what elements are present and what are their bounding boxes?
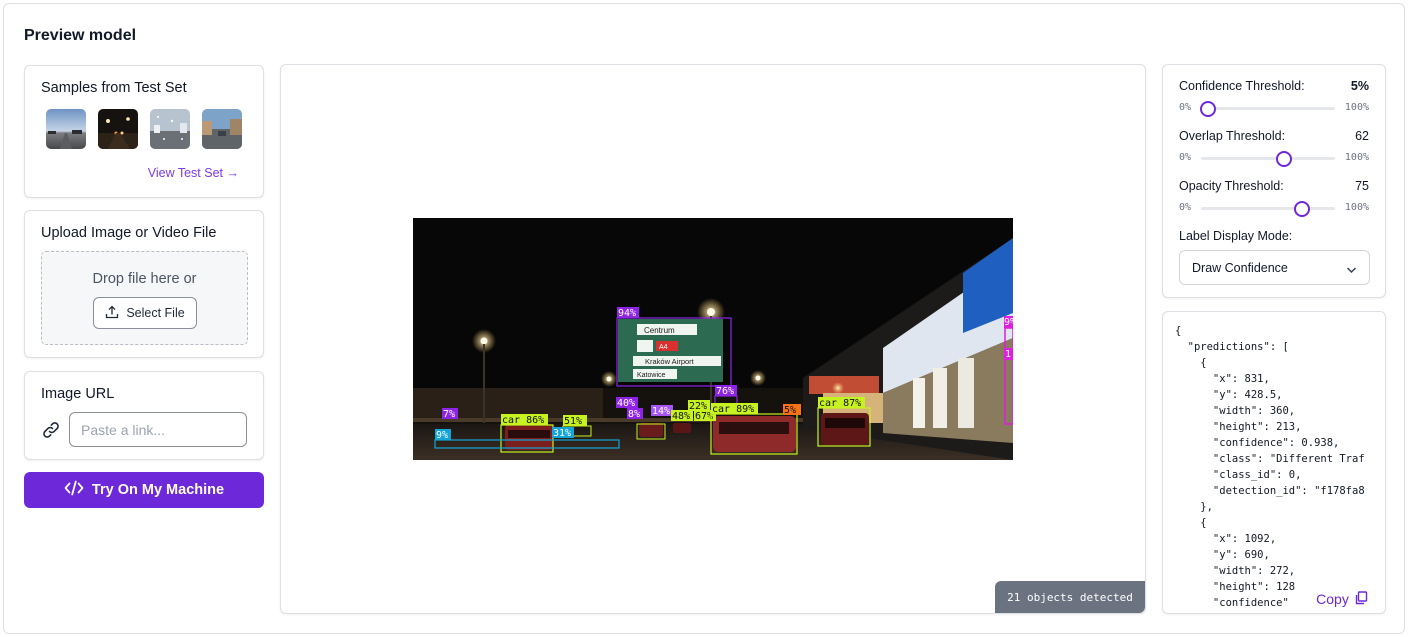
image-url-card: Image URL bbox=[24, 371, 264, 460]
copy-button[interactable]: Copy bbox=[1299, 585, 1385, 613]
upload-icon bbox=[105, 305, 119, 322]
overlap-threshold-label: Overlap Threshold: bbox=[1179, 129, 1286, 143]
copy-icon bbox=[1354, 590, 1368, 608]
opacity-slider[interactable] bbox=[1201, 201, 1335, 217]
sign-text-katowice: Katowice bbox=[637, 372, 666, 379]
file-dropzone[interactable]: Drop file here or Select File bbox=[41, 251, 248, 345]
confidence-threshold-row: Confidence Threshold: 5% bbox=[1179, 79, 1369, 93]
confidence-min: 0% bbox=[1179, 102, 1192, 113]
detection-label: 67% bbox=[695, 411, 713, 422]
confidence-slider-thumb[interactable] bbox=[1199, 101, 1216, 117]
overlap-slider-thumb[interactable] bbox=[1276, 151, 1293, 167]
detection-preview-image: Centrum A4 Kraków Airport Katowice 94% 7… bbox=[413, 218, 1013, 460]
overlap-min: 0% bbox=[1179, 152, 1192, 163]
sample-thumbnails bbox=[46, 109, 242, 149]
upload-title: Upload Image or Video File bbox=[41, 225, 217, 241]
detection-label: car 87% bbox=[819, 398, 861, 409]
sign-text-airport: Kraków Airport bbox=[645, 357, 695, 366]
select-file-button[interactable]: Select File bbox=[93, 297, 197, 329]
confidence-threshold-value: 5% bbox=[1350, 79, 1369, 93]
sign-text-centrum: Centrum bbox=[644, 326, 675, 335]
overlap-slider[interactable] bbox=[1201, 151, 1335, 167]
overlap-max: 100% bbox=[1344, 152, 1369, 163]
json-output: { "predictions": [ { "x": 831, "y": 428.… bbox=[1175, 325, 1365, 609]
detection-label: 48% bbox=[672, 411, 690, 422]
detection-label: 1 bbox=[1005, 349, 1011, 360]
detection-label: 9% bbox=[1004, 317, 1013, 328]
label-display-mode-select[interactable]: Draw Confidence bbox=[1179, 250, 1370, 285]
detection-label: 76% bbox=[716, 386, 734, 397]
sample-thumbnail-street[interactable] bbox=[202, 109, 242, 149]
image-url-input[interactable] bbox=[69, 412, 247, 447]
confidence-max: 100% bbox=[1344, 102, 1369, 113]
controls-card: Confidence Threshold: 5% 0% 100% Overlap… bbox=[1162, 64, 1386, 298]
confidence-threshold-label: Confidence Threshold: bbox=[1179, 79, 1305, 93]
view-test-set-link[interactable]: View Test Set → bbox=[148, 166, 239, 180]
detection-label: car 86% bbox=[502, 415, 544, 426]
detection-label: 9% bbox=[436, 430, 448, 441]
opacity-max: 100% bbox=[1344, 202, 1369, 213]
opacity-threshold-label: Opacity Threshold: bbox=[1179, 179, 1284, 193]
code-icon bbox=[64, 480, 84, 500]
copy-label: Copy bbox=[1316, 591, 1349, 607]
detection-label: car 89% bbox=[712, 404, 754, 415]
label-display-mode-label: Label Display Mode: bbox=[1179, 229, 1293, 243]
confidence-slider[interactable] bbox=[1199, 101, 1335, 117]
label-display-mode-value: Draw Confidence bbox=[1192, 260, 1288, 275]
image-url-title: Image URL bbox=[41, 386, 115, 402]
samples-title: Samples from Test Set bbox=[41, 80, 187, 96]
sample-thumbnail-day-road[interactable] bbox=[46, 109, 86, 149]
page-title: Preview model bbox=[24, 27, 137, 44]
detection-label: 8% bbox=[628, 409, 640, 420]
preview-canvas: Centrum A4 Kraków Airport Katowice 94% 7… bbox=[280, 64, 1146, 614]
opacity-min: 0% bbox=[1179, 202, 1192, 213]
detection-label: 5% bbox=[784, 405, 796, 416]
overlap-threshold-row: Overlap Threshold: 62 bbox=[1179, 129, 1369, 143]
objects-detected-badge: 21 objects detected bbox=[995, 581, 1145, 613]
detection-label: 94% bbox=[618, 308, 636, 319]
overlap-slider-row: 0% 100% bbox=[1179, 150, 1369, 167]
try-on-my-machine-button[interactable]: Try On My Machine bbox=[24, 472, 264, 508]
sample-thumbnail-rainy-windshield[interactable] bbox=[150, 109, 190, 149]
confidence-slider-row: 0% 100% bbox=[1179, 100, 1369, 117]
drop-text: Drop file here or bbox=[92, 271, 197, 287]
select-file-label: Select File bbox=[126, 306, 185, 320]
detection-label: 40% bbox=[617, 398, 635, 409]
chevron-down-icon bbox=[1346, 263, 1357, 277]
opacity-slider-thumb[interactable] bbox=[1293, 201, 1310, 217]
link-icon bbox=[41, 420, 61, 440]
samples-card: Samples from Test Set View Test Set → bbox=[24, 65, 264, 198]
detection-label: 51% bbox=[564, 416, 582, 427]
upload-card: Upload Image or Video File Drop file her… bbox=[24, 210, 264, 358]
opacity-threshold-value: 75 bbox=[1355, 179, 1369, 193]
sign-text-a4: A4 bbox=[659, 344, 668, 351]
detection-label: 31% bbox=[553, 428, 571, 439]
overlap-threshold-value: 62 bbox=[1355, 129, 1369, 143]
arrow-right-icon: → bbox=[226, 166, 240, 180]
detection-label: 7% bbox=[443, 409, 455, 420]
opacity-threshold-row: Opacity Threshold: 75 bbox=[1179, 179, 1369, 193]
detection-label: 14% bbox=[652, 406, 670, 417]
try-button-label: Try On My Machine bbox=[91, 482, 225, 498]
opacity-slider-row: 0% 100% bbox=[1179, 200, 1369, 217]
json-output-card: { "predictions": [ { "x": 831, "y": 428.… bbox=[1162, 311, 1386, 614]
sample-thumbnail-night-road[interactable] bbox=[98, 109, 138, 149]
